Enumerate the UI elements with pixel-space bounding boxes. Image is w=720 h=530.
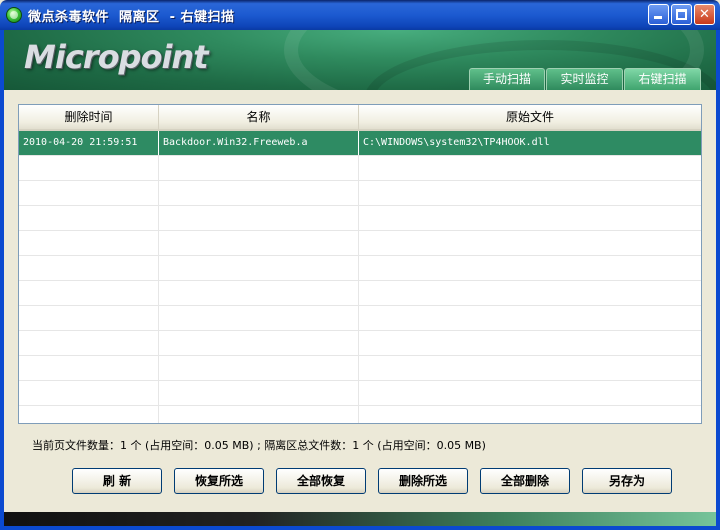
empty-cell bbox=[359, 381, 701, 405]
empty-cell bbox=[159, 256, 359, 280]
app-icon bbox=[6, 7, 22, 23]
empty-row bbox=[19, 206, 701, 231]
column-header-name[interactable]: 名称 bbox=[159, 105, 359, 129]
delete-all-button[interactable]: 全部删除 bbox=[480, 468, 570, 494]
empty-cell bbox=[19, 181, 159, 205]
empty-row bbox=[19, 181, 701, 206]
table-body: 2010-04-20 21:59:51 Backdoor.Win32.Freew… bbox=[19, 131, 701, 423]
empty-cell bbox=[359, 156, 701, 180]
save-as-button[interactable]: 另存为 bbox=[582, 468, 672, 494]
bottom-decoration-bar bbox=[4, 512, 716, 526]
title-bar[interactable]: 微点杀毒软件 隔离区 - 右键扫描 ✕ bbox=[0, 0, 720, 30]
empty-cell bbox=[359, 406, 701, 423]
column-header-original-file[interactable]: 原始文件 bbox=[359, 105, 701, 129]
empty-cell bbox=[159, 206, 359, 230]
empty-cell bbox=[159, 331, 359, 355]
window-frame-bottom bbox=[0, 526, 720, 530]
empty-row bbox=[19, 156, 701, 181]
cell-original-file: C:\WINDOWS\system32\TP4HOOK.dll bbox=[363, 137, 550, 148]
empty-cell bbox=[19, 231, 159, 255]
empty-row bbox=[19, 231, 701, 256]
window-title: 微点杀毒软件 隔离区 - 右键扫描 bbox=[28, 10, 235, 25]
empty-cell bbox=[159, 281, 359, 305]
empty-row bbox=[19, 281, 701, 306]
empty-cell bbox=[19, 281, 159, 305]
empty-row bbox=[19, 331, 701, 356]
empty-cell bbox=[19, 356, 159, 380]
micropoint-logo: Micropoint bbox=[24, 38, 208, 76]
empty-cell bbox=[359, 231, 701, 255]
empty-cell bbox=[359, 331, 701, 355]
tab-realtime-monitor[interactable]: 实时监控 bbox=[546, 68, 623, 90]
empty-cell bbox=[359, 356, 701, 380]
maximize-icon bbox=[676, 9, 687, 20]
tab-manual-scan[interactable]: 手动扫描 bbox=[469, 68, 545, 90]
empty-cell bbox=[19, 406, 159, 423]
delete-selected-button[interactable]: 删除所选 bbox=[378, 468, 468, 494]
table-row[interactable]: 2010-04-20 21:59:51 Backdoor.Win32.Freew… bbox=[19, 131, 701, 156]
minimize-icon bbox=[654, 16, 662, 19]
empty-cell bbox=[359, 281, 701, 305]
empty-cell bbox=[19, 156, 159, 180]
empty-row bbox=[19, 356, 701, 381]
column-header-delete-time[interactable]: 删除时间 bbox=[19, 105, 159, 129]
empty-row bbox=[19, 406, 701, 423]
tab-context-scan[interactable]: 右键扫描 bbox=[624, 68, 701, 90]
restore-all-button[interactable]: 全部恢复 bbox=[276, 468, 366, 494]
empty-cell bbox=[19, 206, 159, 230]
empty-cell bbox=[359, 206, 701, 230]
empty-cell bbox=[359, 181, 701, 205]
status-text: 当前页文件数量：1 个 (占用空间：0.05 MB) ; 隔离区总文件数：1 个… bbox=[32, 439, 486, 452]
window-frame-right bbox=[716, 30, 720, 530]
empty-cell bbox=[159, 156, 359, 180]
refresh-button[interactable]: 刷 新 bbox=[72, 468, 162, 494]
empty-row bbox=[19, 306, 701, 331]
maximize-button[interactable] bbox=[671, 4, 692, 25]
quarantine-table[interactable]: 删除时间 名称 原始文件 2010-04-20 21:59:51 Backdoo… bbox=[18, 104, 702, 424]
empty-cell bbox=[359, 256, 701, 280]
empty-cell bbox=[19, 381, 159, 405]
empty-cell bbox=[159, 381, 359, 405]
empty-cell bbox=[159, 406, 359, 423]
table-header: 删除时间 名称 原始文件 bbox=[19, 105, 701, 131]
empty-cell bbox=[159, 356, 359, 380]
empty-row bbox=[19, 381, 701, 406]
empty-cell bbox=[159, 231, 359, 255]
empty-cell bbox=[19, 306, 159, 330]
empty-cell bbox=[159, 181, 359, 205]
restore-selected-button[interactable]: 恢复所选 bbox=[174, 468, 264, 494]
empty-cell bbox=[19, 256, 159, 280]
minimize-button[interactable] bbox=[648, 4, 669, 25]
cell-delete-time: 2010-04-20 21:59:51 bbox=[19, 131, 159, 155]
empty-row bbox=[19, 256, 701, 281]
empty-cell bbox=[159, 306, 359, 330]
cell-name: Backdoor.Win32.Freeweb.a bbox=[159, 131, 359, 155]
close-button[interactable]: ✕ bbox=[694, 4, 715, 25]
empty-cell bbox=[19, 331, 159, 355]
empty-cell bbox=[359, 306, 701, 330]
